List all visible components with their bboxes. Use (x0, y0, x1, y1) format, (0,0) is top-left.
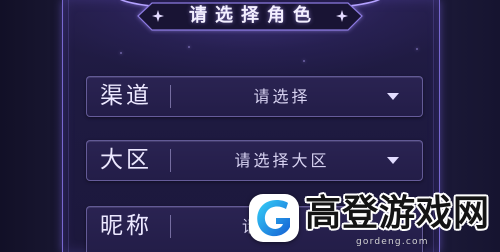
character-select-screen: 请选择角色 渠道 请选择 大区 请选择大区 昵称 请 高登游戏网 (0, 0, 500, 252)
panel-title: 请选择角色 (189, 5, 319, 26)
watermark-domain: gordeng.com (356, 237, 429, 247)
region-select-value: 请选择大区 (234, 151, 330, 170)
gordeng-logo-icon (249, 194, 299, 242)
channel-select[interactable]: 渠道 请选择 (86, 76, 423, 117)
caret-down-icon[interactable] (387, 93, 399, 100)
nickname-label: 昵称 (100, 213, 152, 239)
watermark-site-name: 高登游戏网 (305, 193, 491, 234)
sparkle-dot (416, 48, 418, 50)
watermark: 高登游戏网 gordeng.com (244, 188, 496, 252)
channel-select-value: 请选择 (253, 87, 311, 106)
field-divider (170, 215, 171, 238)
caret-down-icon[interactable] (387, 157, 399, 164)
sparkle-dot (120, 52, 122, 54)
sparkle-dot (303, 60, 305, 62)
region-select[interactable]: 大区 请选择大区 (86, 140, 423, 181)
channel-label: 渠道 (100, 83, 152, 109)
sparkle-dot (188, 46, 190, 48)
region-label: 大区 (100, 147, 152, 173)
